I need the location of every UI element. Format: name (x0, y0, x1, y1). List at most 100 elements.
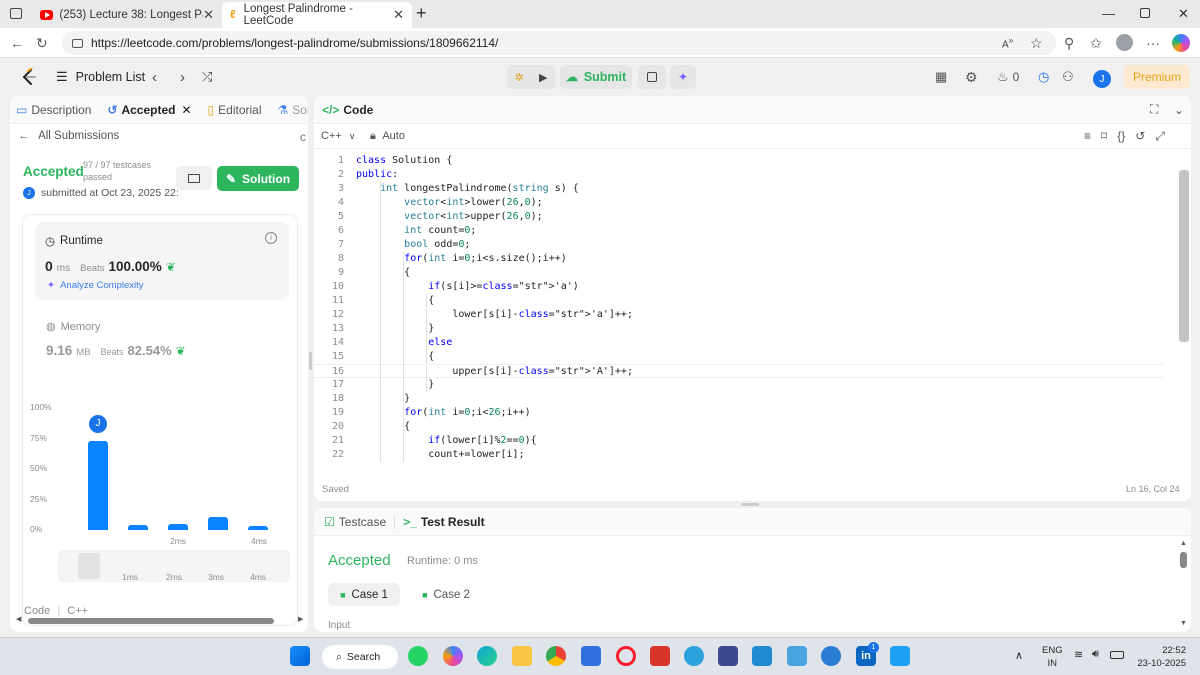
code-editor[interactable]: 1 class Solution {2 public: 3 int longestPa… (314, 150, 1176, 468)
edge-icon[interactable] (477, 646, 497, 666)
minimize-icon[interactable]: — (1102, 6, 1115, 21)
ai-assist-button[interactable]: ✦ (670, 65, 696, 89)
taskbar-search[interactable]: ⌕ Search (322, 645, 398, 669)
chart-bar[interactable] (168, 523, 188, 530)
telegram-icon[interactable] (684, 646, 704, 666)
tab-testcase[interactable]: ☑ Testcase (318, 515, 392, 529)
whatsapp-icon[interactable] (408, 646, 428, 666)
scroll-left-icon[interactable]: ◀ (16, 615, 21, 623)
language-select[interactable]: C++ ∨ (321, 130, 355, 142)
code-line[interactable]: 16 upper[s[i]-class="str">'A']++; (314, 364, 1164, 378)
editor-scrollbar[interactable] (1179, 170, 1189, 342)
chrome-icon[interactable] (546, 646, 566, 666)
debug-button[interactable]: ✲ ▶ (507, 65, 555, 89)
browser-tab-leetcode[interactable]: ℓ Longest Palindrome - LeetCode ✕ (222, 2, 412, 28)
code-line[interactable]: 15 { (314, 350, 1164, 364)
code-line[interactable]: 12 lower[s[i]-class="str">'a']++; (314, 308, 1164, 322)
store-icon[interactable] (581, 646, 601, 666)
settings-icon[interactable]: ⚙ (965, 66, 978, 88)
user-marker[interactable]: J (89, 414, 107, 433)
site-info-icon[interactable] (72, 38, 83, 48)
profile-icon[interactable] (1116, 34, 1133, 51)
code-line[interactable]: 1 class Solution { (314, 154, 1164, 168)
leetcode-logo-icon[interactable] (20, 68, 38, 86)
expand-icon[interactable]: ⤢ (1155, 129, 1165, 144)
language-indicator[interactable]: ENG IN (1042, 644, 1063, 670)
twitter-icon[interactable] (890, 646, 910, 666)
tab-editorial[interactable]: ▯ Editorial (202, 103, 268, 117)
more-icon[interactable]: ··· (1146, 35, 1160, 51)
braces-icon[interactable]: {} (1117, 129, 1125, 144)
code-line[interactable]: 20 { (314, 420, 1164, 434)
code-line[interactable]: 4 vector<int>lower(26,0); (314, 196, 1164, 210)
auto-mode[interactable]: 🔒︎ Auto (370, 130, 405, 143)
maximize-panel-icon[interactable]: ⛶ (1150, 102, 1158, 117)
code-line[interactable]: 3 int longestPalindrome(string s) { (314, 182, 1164, 196)
battery-icon[interactable] (1110, 651, 1124, 659)
prev-problem-icon[interactable]: ‹ (152, 66, 157, 88)
refresh-icon[interactable]: ↻ (36, 35, 48, 52)
opera-icon[interactable] (616, 646, 636, 666)
user-avatar-small[interactable]: J (23, 187, 35, 199)
bookmark-icon[interactable]: ⌑ (1101, 129, 1107, 144)
copy-link-icon[interactable]: c (300, 130, 306, 144)
scrollbar-thumb[interactable] (28, 618, 274, 624)
clock[interactable]: 22:52 23-10-2025 (1134, 644, 1186, 670)
solution-button[interactable]: ✎ Solution (217, 166, 299, 191)
code-line[interactable]: 14 else (314, 336, 1164, 350)
scroll-right-icon[interactable]: ▶ (298, 615, 303, 623)
code-line[interactable]: 2 public: (314, 168, 1164, 182)
read-aloud-icon[interactable]: A» (1002, 35, 1013, 50)
case-1-button[interactable]: ■ Case 1 (328, 583, 400, 606)
code-line[interactable]: 6 int count=0; (314, 224, 1164, 238)
next-problem-icon[interactable]: › (180, 66, 185, 88)
problem-list-button[interactable]: ☰ Problem List (56, 66, 145, 88)
collapse-panel-icon[interactable]: ⌄ (1174, 103, 1184, 117)
code-line[interactable]: 7 bool odd=0; (314, 238, 1164, 252)
browser-tab-youtube[interactable]: (253) Lecture 38: Longest Palindro ✕ (32, 2, 222, 28)
wifi-icon[interactable]: ≋ (1074, 648, 1083, 661)
scroll-up-icon[interactable]: ▲ (1180, 540, 1187, 547)
favorite-icon[interactable]: ☆ (1030, 35, 1043, 52)
shuffle-icon[interactable]: ⤮ (202, 66, 212, 88)
windows-start-icon[interactable] (290, 646, 310, 666)
runtime-card[interactable]: ◷ Runtime i 0 ms Beats 100.00% ❦ ✦ Analy… (35, 222, 289, 300)
panel-resize-handle[interactable] (741, 503, 759, 506)
wps-icon[interactable] (650, 646, 670, 666)
code-line[interactable]: 13 } (314, 322, 1164, 336)
case-2-button[interactable]: ■ Case 2 (410, 583, 482, 606)
user-avatar[interactable]: J (1093, 68, 1111, 90)
devcpp-icon[interactable] (718, 646, 738, 666)
scrollbar-thumb[interactable] (1180, 552, 1187, 568)
submit-button[interactable]: ☁ Submit (560, 65, 632, 89)
notes-button[interactable] (638, 65, 666, 89)
close-window-icon[interactable]: ✕ (1178, 6, 1189, 22)
code-line[interactable]: 8 for(int i=0;i<s.size();i++) (314, 252, 1164, 266)
code-line[interactable]: 17 } (314, 378, 1164, 392)
copilot-app-icon[interactable] (443, 646, 463, 666)
new-tab-icon[interactable]: + (416, 3, 427, 24)
chart-bar[interactable] (88, 440, 108, 530)
code-line[interactable]: 21 if(lower[i]%2==0){ (314, 434, 1164, 448)
tab-test-result[interactable]: >_ Test Result (397, 515, 490, 529)
layout-icon[interactable]: ▦ (935, 66, 947, 88)
vertical-resize-handle[interactable] (309, 352, 312, 370)
settings-app-icon[interactable] (821, 646, 841, 666)
tray-chevron-icon[interactable]: ∧ (1015, 649, 1023, 662)
analyze-complexity-link[interactable]: ✦ Analyze Complexity (47, 280, 144, 291)
tab-actions-icon[interactable] (10, 8, 22, 19)
memory-card[interactable]: ◍ Memory 9.16 MB Beats 82.54% ❦ (46, 320, 286, 366)
vscode-icon[interactable] (752, 646, 772, 666)
chart-bar[interactable] (208, 516, 228, 530)
code-line[interactable]: 9 { (314, 266, 1164, 280)
premium-button[interactable]: Premium (1124, 65, 1190, 89)
code-line[interactable]: 19 for(int i=0;i<26;i++) (314, 406, 1164, 420)
result-scrollbar[interactable]: ▲ ▼ (1178, 540, 1190, 630)
copilot-icon[interactable] (1172, 34, 1190, 52)
tab-solutions[interactable]: ⚗ Sol (272, 103, 309, 117)
back-icon[interactable]: ← (10, 35, 24, 51)
favorites-icon[interactable]: ✩ (1090, 35, 1102, 52)
notepad-icon[interactable] (787, 646, 807, 666)
file-explorer-icon[interactable] (512, 646, 532, 666)
code-line[interactable]: 11 { (314, 294, 1164, 308)
